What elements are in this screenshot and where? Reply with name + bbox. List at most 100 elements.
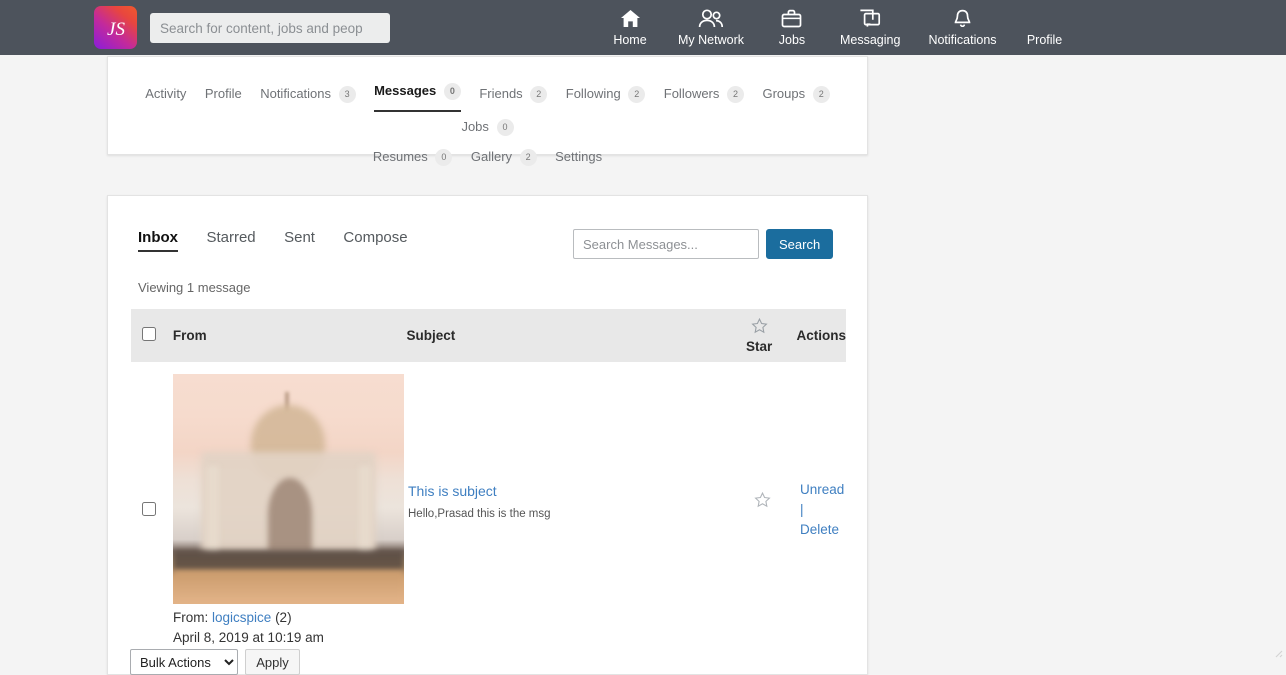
nav-item-my-network[interactable]: My Network <box>678 0 744 48</box>
profile-tab-label: Messages <box>374 83 436 98</box>
profile-tab-activity[interactable]: Activity <box>145 79 186 109</box>
row-star-cell[interactable] <box>739 362 786 648</box>
inbox-tab-label: Starred <box>206 229 255 246</box>
sender-count: (2) <box>275 610 292 625</box>
inbox-tab-starred[interactable]: Starred <box>206 229 255 246</box>
global-search-input[interactable] <box>150 13 390 43</box>
sender-link[interactable]: logicspice <box>212 610 271 625</box>
nav-item-messaging[interactable]: Messaging <box>840 0 900 48</box>
viewing-count-text: Viewing 1 message <box>138 280 251 295</box>
profile-tab-label: Notifications <box>260 86 331 101</box>
taj-mahal-photo[interactable] <box>173 374 404 604</box>
inbox-tab-inbox[interactable]: Inbox <box>138 229 178 252</box>
js-logo[interactable]: JS <box>94 6 137 49</box>
inbox-tab-label: Sent <box>284 229 315 246</box>
action-separator: | <box>800 502 804 517</box>
nav-item-home[interactable]: Home <box>610 0 650 48</box>
profile-tab-strip: Activity Profile Notifications 3 Message… <box>108 57 867 172</box>
inbox-tab-label: Inbox <box>138 229 178 246</box>
profile-tab-badge: 2 <box>530 86 547 103</box>
profile-tab-badge: 2 <box>628 86 645 103</box>
inbox-card: Inbox Starred Sent Compose Search Viewin… <box>107 195 868 675</box>
photo-ground-band <box>173 550 404 572</box>
profile-tab-label: Settings <box>555 149 602 164</box>
profile-tab-label: Jobs <box>461 119 488 134</box>
profile-tab-badge: 3 <box>339 86 356 103</box>
star-toggle-icon[interactable] <box>754 495 771 512</box>
profile-tab-messages[interactable]: Messages 0 <box>374 76 461 112</box>
delete-message-link[interactable]: Delete <box>800 522 839 537</box>
sender-line: From: logicspice (2) <box>173 608 408 628</box>
column-header-star-label: Star <box>746 339 772 354</box>
bulk-actions-select[interactable]: Bulk Actions <box>130 649 238 675</box>
nav-label-profile-placeholder: Notifications <box>928 32 996 48</box>
inbox-tab-strip: Inbox Starred Sent Compose <box>138 229 432 252</box>
briefcase-icon <box>781 7 802 29</box>
message-snippet: Hello,Prasad this is the msg <box>408 508 739 520</box>
profile-tab-resumes[interactable]: Resumes 0 <box>373 142 453 172</box>
inbox-tab-compose[interactable]: Compose <box>343 229 407 246</box>
row-select-checkbox[interactable] <box>142 502 156 516</box>
row-from-cell: From: logicspice (2) April 8, 2019 at 10… <box>173 362 408 648</box>
profile-tab-badge: 2 <box>520 149 537 166</box>
profile-tab-gallery[interactable]: Gallery 2 <box>471 142 537 172</box>
profile-tab-following[interactable]: Following 2 <box>566 79 646 109</box>
people-icon <box>698 7 724 29</box>
nav-label-jobs: Jobs <box>779 32 805 48</box>
profile-tab-jobs[interactable]: Jobs 0 <box>461 112 513 142</box>
column-header-from: From <box>173 328 407 343</box>
profile-tab-label: Resumes <box>373 149 428 164</box>
profile-tab-friends[interactable]: Friends 2 <box>479 79 547 109</box>
home-icon <box>620 7 641 29</box>
photo-archway <box>268 478 312 552</box>
photo-minaret-right <box>359 466 371 552</box>
message-search-input[interactable] <box>573 229 759 259</box>
profile-tab-label: Followers <box>664 86 720 101</box>
profile-tab-groups[interactable]: Groups 2 <box>762 79 829 109</box>
nav-label-my-network: My Network <box>678 32 744 48</box>
row-subject-cell: This is subject Hello,Prasad this is the… <box>408 362 739 648</box>
profile-tab-label: Gallery <box>471 149 512 164</box>
profile-tab-notifications[interactable]: Notifications 3 <box>260 79 355 109</box>
profile-tab-badge: 2 <box>813 86 830 103</box>
photo-minaret-left <box>207 466 219 552</box>
column-header-subject: Subject <box>407 328 736 343</box>
row-actions-cell: Unread | Delete <box>786 362 846 648</box>
message-subject-link[interactable]: This is subject <box>408 483 739 499</box>
primary-nav: Home My Network Jobs <box>596 0 1079 55</box>
profile-tab-label: Friends <box>479 86 522 101</box>
message-table-header: From Subject Star Actions <box>131 309 846 362</box>
resize-grip-icon[interactable] <box>1271 646 1283 658</box>
column-header-star: Star <box>736 318 783 354</box>
profile-tabs-card: Activity Profile Notifications 3 Message… <box>107 56 868 155</box>
nav-item-jobs[interactable]: Jobs <box>772 0 812 48</box>
sender-prefix-label: From: <box>173 610 208 625</box>
nav-item-profile[interactable]: Profile <box>1025 0 1065 48</box>
apply-bulk-action-button[interactable]: Apply <box>245 649 300 675</box>
message-search-group: Search <box>573 229 833 259</box>
profile-tab-label: Activity <box>145 86 186 101</box>
inbox-tab-label: Compose <box>343 229 407 246</box>
profile-tab-profile[interactable]: Profile <box>205 79 242 109</box>
svg-text:JS: JS <box>107 19 125 40</box>
profile-tab-badge: 2 <box>727 86 744 103</box>
profile-tab-badge: 0 <box>444 83 461 100</box>
column-header-actions: Actions <box>782 328 846 343</box>
bell-icon <box>953 7 972 29</box>
mark-unread-link[interactable]: Unread <box>800 482 844 497</box>
nav-item-notifications[interactable]: Notifications <box>928 0 996 48</box>
table-row: From: logicspice (2) April 8, 2019 at 10… <box>131 362 846 648</box>
nav-label-profile: Profile <box>1027 32 1062 48</box>
profile-tab-followers[interactable]: Followers 2 <box>664 79 744 109</box>
profile-tab-badge: 0 <box>497 119 514 136</box>
profile-tab-settings[interactable]: Settings <box>555 142 602 172</box>
profile-tab-label: Profile <box>205 86 242 101</box>
inbox-tab-sent[interactable]: Sent <box>284 229 315 246</box>
photo-foreground <box>173 570 404 604</box>
bulk-actions-row: Bulk Actions Apply <box>130 649 300 675</box>
js-logo-glyph: JS <box>101 13 131 43</box>
message-search-button[interactable]: Search <box>766 229 833 259</box>
select-all-checkbox[interactable] <box>142 327 156 341</box>
profile-tab-label: Following <box>566 86 621 101</box>
nav-label-messaging: Messaging <box>840 32 900 48</box>
